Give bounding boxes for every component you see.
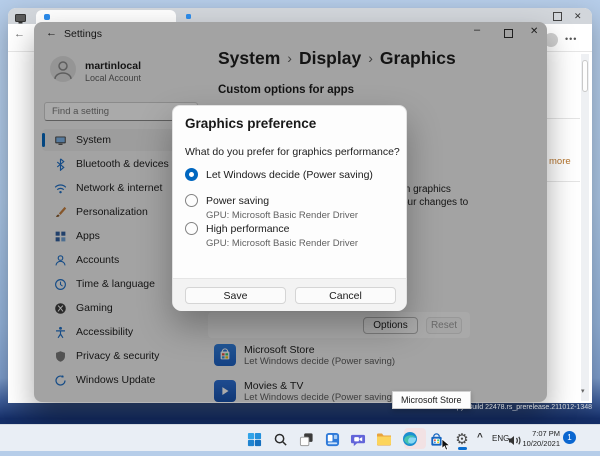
edge-scroll-down-icon[interactable]: ▾	[581, 387, 585, 395]
graphics-preference-dialog: Graphics preference What do you prefer f…	[172, 105, 407, 310]
settings-taskbar-icon[interactable]: ⚙	[452, 429, 472, 449]
page-more-link[interactable]: more	[549, 156, 571, 167]
radio-option-high-performance[interactable]: High performance	[185, 222, 289, 235]
page-divider	[546, 118, 580, 119]
radio-option-let-windows-decide[interactable]: Let Windows decide (Power saving)	[185, 168, 373, 181]
date: 10/20/2021	[518, 439, 560, 449]
edge-restore-icon[interactable]	[553, 12, 562, 21]
edge-icon[interactable]	[400, 429, 420, 449]
radio-label: Power saving	[206, 195, 269, 207]
clock[interactable]: 7:07 PM 10/20/2021	[518, 429, 560, 448]
dialog-title: Graphics preference	[185, 116, 316, 131]
radio-label: Let Windows decide (Power saving)	[206, 169, 373, 181]
edge-close-icon[interactable]: ✕	[574, 9, 582, 23]
dialog-question: What do you prefer for graphics performa…	[185, 146, 400, 158]
settings-open-indicator	[458, 447, 467, 450]
edge-scrollbar-thumb[interactable]	[582, 60, 588, 92]
language-indicator[interactable]: ENG	[492, 434, 509, 443]
save-button[interactable]: Save	[185, 287, 286, 304]
start-button[interactable]	[244, 429, 264, 449]
time: 7:07 PM	[518, 429, 560, 439]
search-icon[interactable]	[270, 429, 290, 449]
tab-favicon-icon	[44, 14, 50, 20]
edge-menu-icon[interactable]: •••	[565, 34, 577, 44]
chat-icon[interactable]	[348, 429, 368, 449]
edge-scrollbar[interactable]	[581, 54, 589, 401]
radio-selected-icon[interactable]	[185, 168, 198, 181]
edge-back-icon[interactable]: ←	[14, 28, 25, 40]
tray-chevron-icon[interactable]: ^	[477, 432, 483, 443]
tab-actions-icon[interactable]	[15, 11, 26, 21]
new-tab-icon[interactable]	[186, 14, 191, 19]
radio-option-power-saving[interactable]: Power saving	[185, 194, 269, 207]
file-explorer-icon[interactable]	[374, 429, 394, 449]
radio-label: High performance	[206, 223, 289, 235]
radio-unselected-icon[interactable]	[185, 194, 198, 207]
radio-unselected-icon[interactable]	[185, 222, 198, 235]
task-view-icon[interactable]	[296, 429, 316, 449]
mouse-cursor-icon	[441, 438, 451, 456]
gpu-detail: GPU: Microsoft Basic Render Driver	[206, 210, 358, 221]
notification-badge[interactable]: 1	[563, 431, 576, 444]
taskbar: ⚙ ^ ENG 7:07 PM 10/20/2021 1	[0, 424, 600, 451]
cancel-button[interactable]: Cancel	[295, 287, 396, 304]
widgets-icon[interactable]	[322, 429, 342, 449]
page-divider	[546, 181, 580, 182]
gpu-detail: GPU: Microsoft Basic Render Driver	[206, 238, 358, 249]
taskbar-tooltip: Microsoft Store	[392, 391, 471, 409]
dialog-footer: Save Cancel	[173, 278, 406, 311]
settings-window: ← Settings – ✕ martinlocal Local Account…	[34, 22, 547, 402]
